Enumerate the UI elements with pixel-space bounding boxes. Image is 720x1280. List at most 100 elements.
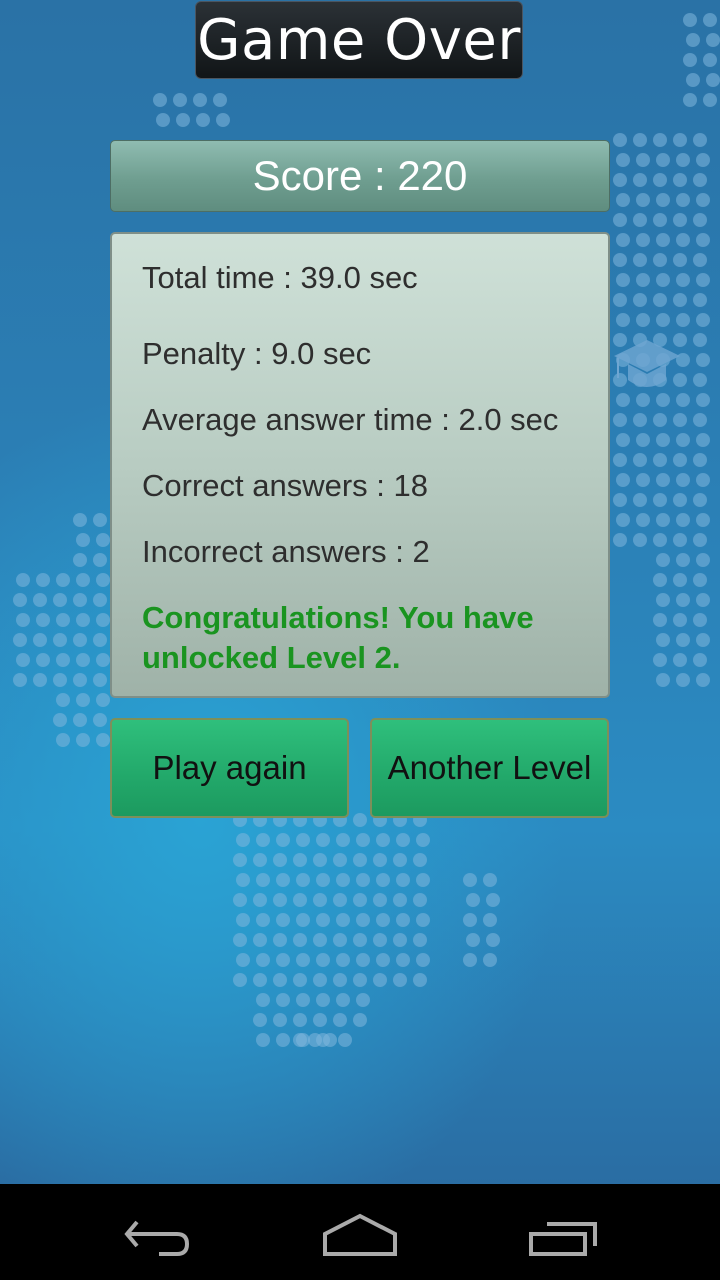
map-dot xyxy=(313,893,327,907)
map-dot xyxy=(633,453,647,467)
map-dot xyxy=(376,833,390,847)
map-dot xyxy=(293,973,307,987)
map-dot xyxy=(293,853,307,867)
another-level-button[interactable]: Another Level xyxy=(370,718,609,818)
map-dot xyxy=(683,53,697,67)
map-dot xyxy=(483,953,497,967)
map-dot xyxy=(253,1013,267,1027)
map-dot xyxy=(373,893,387,907)
map-dot xyxy=(693,453,707,467)
map-dot xyxy=(693,133,707,147)
map-dot xyxy=(696,473,710,487)
map-dot xyxy=(653,253,667,267)
nav-home-button[interactable] xyxy=(315,1204,405,1264)
map-dot xyxy=(696,353,710,367)
map-dot xyxy=(16,613,30,627)
map-dot xyxy=(296,913,310,927)
map-dot xyxy=(673,493,687,507)
map-dot xyxy=(613,293,627,307)
map-dot xyxy=(676,673,690,687)
map-dot xyxy=(16,573,30,587)
map-dot xyxy=(486,893,500,907)
map-dot xyxy=(53,713,67,727)
play-again-button[interactable]: Play again xyxy=(110,718,349,818)
map-dot xyxy=(653,573,667,587)
map-dot xyxy=(73,593,87,607)
map-dot xyxy=(673,413,687,427)
map-dot xyxy=(33,593,47,607)
map-dot xyxy=(256,1033,270,1047)
map-dot xyxy=(616,313,630,327)
map-dot xyxy=(273,853,287,867)
map-dot xyxy=(673,253,687,267)
map-dot xyxy=(676,193,690,207)
map-dot xyxy=(653,173,667,187)
map-dot xyxy=(696,433,710,447)
map-dot xyxy=(653,493,667,507)
map-dot xyxy=(613,213,627,227)
nav-recent-apps-button[interactable] xyxy=(517,1204,607,1264)
map-dot xyxy=(693,493,707,507)
map-dot xyxy=(256,993,270,1007)
map-dot xyxy=(613,453,627,467)
map-dot xyxy=(93,513,107,527)
map-dot xyxy=(276,913,290,927)
map-dot xyxy=(616,513,630,527)
map-dot xyxy=(253,893,267,907)
map-dot xyxy=(656,473,670,487)
average-answer-time-stat: Average answer time : 2.0 sec xyxy=(142,402,559,437)
map-dot xyxy=(393,933,407,947)
map-dot xyxy=(413,893,427,907)
map-dot xyxy=(676,433,690,447)
map-dot xyxy=(653,613,667,627)
map-dot xyxy=(253,933,267,947)
map-dot xyxy=(373,973,387,987)
map-dot xyxy=(93,673,107,687)
map-dot xyxy=(236,913,250,927)
map-dot xyxy=(673,653,687,667)
map-dot xyxy=(193,93,207,107)
score-text: Score : 220 xyxy=(252,152,468,199)
recent-apps-icon xyxy=(529,1222,597,1256)
map-dot xyxy=(313,973,327,987)
map-dot xyxy=(616,153,630,167)
map-dot xyxy=(653,533,667,547)
map-dot xyxy=(656,233,670,247)
map-dot xyxy=(696,513,710,527)
map-dot xyxy=(276,993,290,1007)
map-dot xyxy=(673,213,687,227)
map-dot xyxy=(653,213,667,227)
map-dot xyxy=(273,933,287,947)
map-dot xyxy=(616,233,630,247)
map-dot xyxy=(673,533,687,547)
nav-back-button[interactable] xyxy=(115,1204,205,1264)
map-dot xyxy=(636,313,650,327)
map-dot xyxy=(293,1013,307,1027)
map-dot xyxy=(76,693,90,707)
map-dot xyxy=(153,93,167,107)
map-dot xyxy=(316,993,330,1007)
map-dot xyxy=(33,673,47,687)
map-dot xyxy=(693,293,707,307)
map-dot xyxy=(416,873,430,887)
map-dot xyxy=(273,973,287,987)
map-dot xyxy=(676,633,690,647)
back-icon xyxy=(124,1220,190,1256)
map-dot xyxy=(676,513,690,527)
map-dot xyxy=(56,733,70,747)
map-dot xyxy=(656,633,670,647)
map-dot xyxy=(656,553,670,567)
map-dot xyxy=(176,113,190,127)
map-dot xyxy=(616,433,630,447)
map-dot xyxy=(373,853,387,867)
map-dot xyxy=(656,153,670,167)
map-dot xyxy=(463,953,477,967)
map-dot xyxy=(96,573,110,587)
map-dot xyxy=(416,913,430,927)
map-dot xyxy=(356,833,370,847)
map-dot xyxy=(673,133,687,147)
map-dot xyxy=(613,493,627,507)
map-dot xyxy=(233,973,247,987)
map-dot xyxy=(636,233,650,247)
android-navigation-bar xyxy=(0,1184,720,1280)
